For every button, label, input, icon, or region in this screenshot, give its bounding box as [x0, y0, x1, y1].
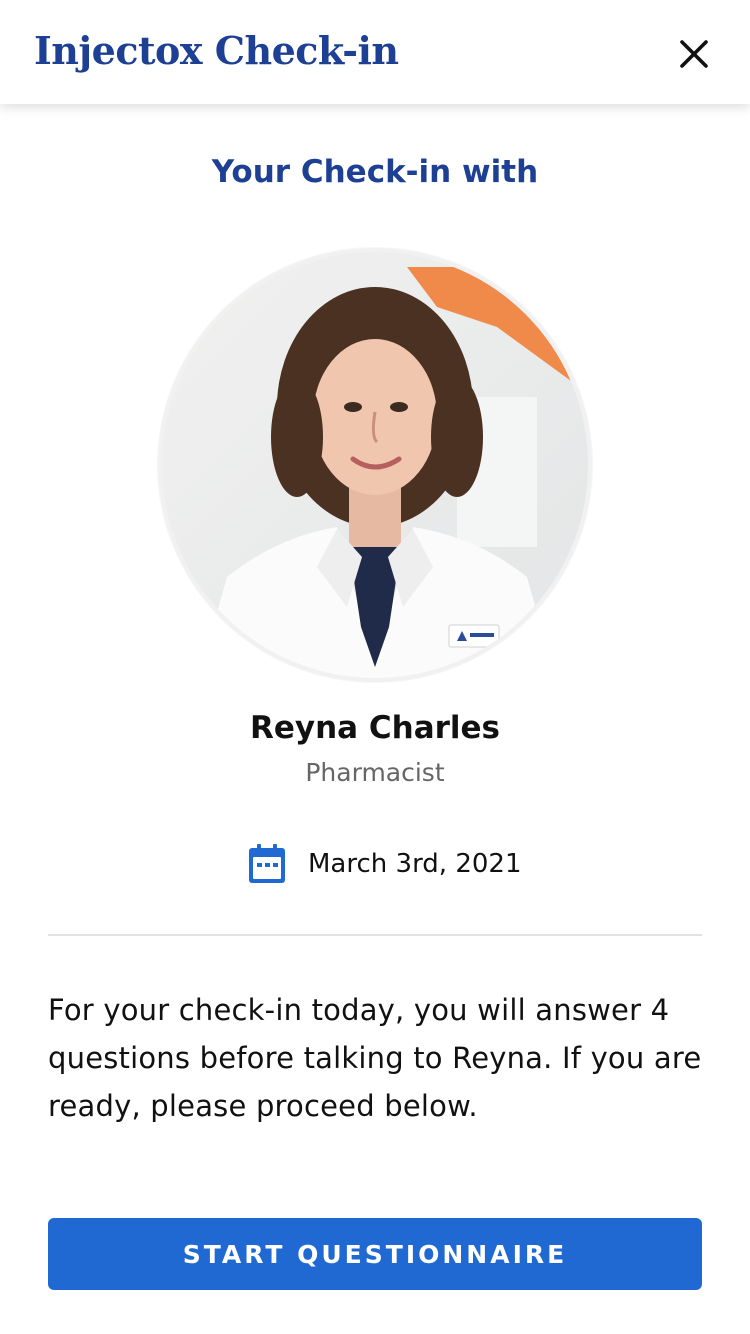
app-title: Injectox Check-in — [34, 28, 399, 73]
appointment-date: March 3rd, 2021 — [248, 844, 522, 884]
app-header: Injectox Check-in — [0, 0, 750, 104]
check-in-instructions: For your check-in today, you will answer… — [48, 993, 702, 1123]
close-button[interactable] — [672, 32, 716, 76]
check-in-screen: Injectox Check-in Your Check-in with Rey… — [0, 0, 750, 1334]
calendar-icon — [249, 844, 285, 883]
divider — [48, 934, 702, 936]
pharmacist-name: Reyna Charles — [249, 710, 500, 746]
pharmacist-photo — [157, 247, 593, 683]
date-label: March 3rd, 2021 — [308, 849, 522, 879]
pharmacist-role: Pharmacist — [305, 758, 445, 787]
close-icon — [680, 40, 708, 68]
start-questionnaire-button[interactable]: START QUESTIONNAIRE — [48, 1218, 702, 1290]
check-in-subtitle: Your Check-in with — [211, 154, 539, 190]
